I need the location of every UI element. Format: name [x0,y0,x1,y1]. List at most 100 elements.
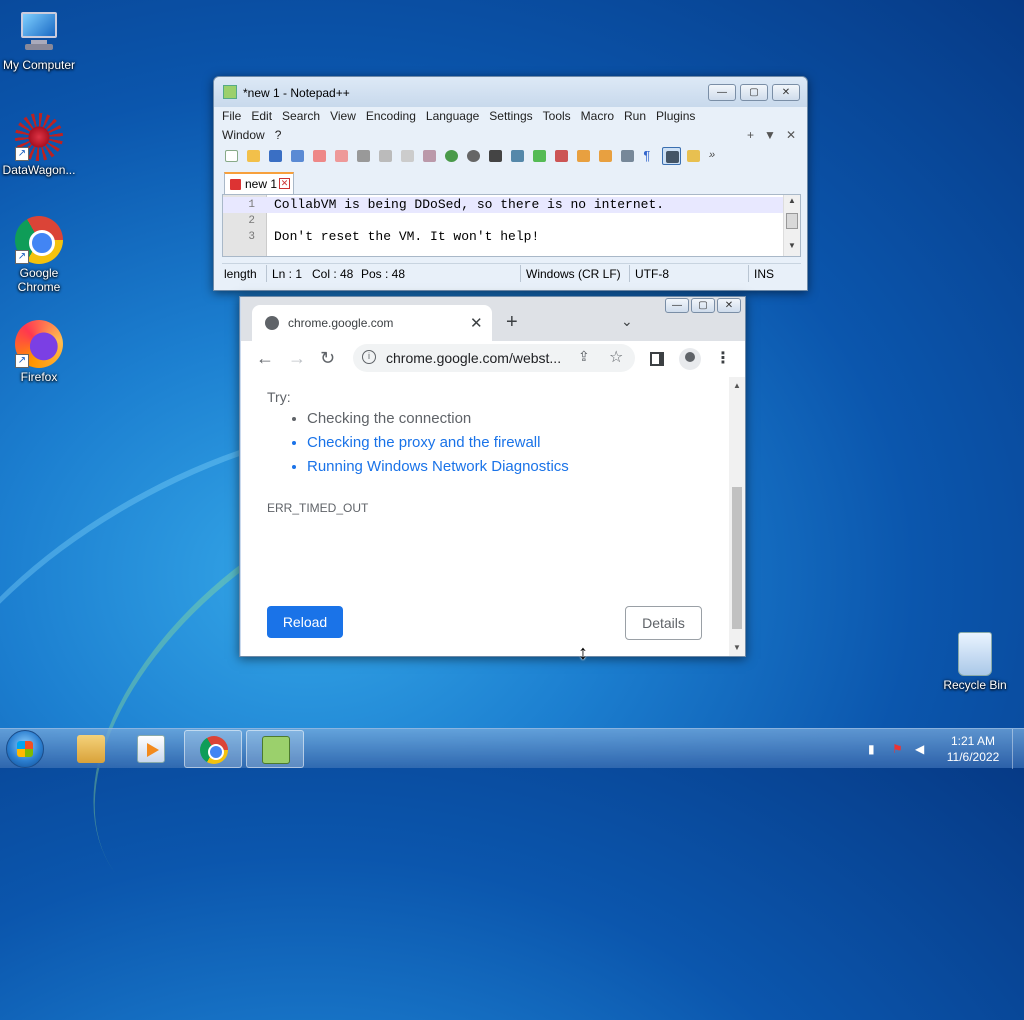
close-icon[interactable] [310,147,329,165]
chrome-window[interactable]: chrome.google.com ✕ + ⌄ — ▢ ✕ ← → ↻ i ch… [239,296,746,657]
scroll-up-icon[interactable]: ▲ [784,196,800,210]
suggestion-check-proxy-link[interactable]: Checking the proxy and the firewall [307,431,569,455]
paste-icon[interactable] [420,147,439,165]
menu-help[interactable]: ? [275,128,282,142]
tab-list-icon[interactable]: ▼ [764,128,776,142]
menu-view[interactable]: View [330,109,356,123]
save-all-icon[interactable] [288,147,307,165]
clock-date: 11/6/2022 [946,750,1000,764]
redo-icon[interactable] [464,147,483,165]
scroll-up-icon[interactable]: ▲ [729,381,745,390]
doc-map-icon[interactable] [684,147,703,165]
toolbar-overflow-icon[interactable]: » [706,147,725,165]
new-file-icon[interactable] [222,147,241,165]
taskbar-notepadpp[interactable] [246,730,304,768]
zoom-in-icon[interactable] [530,147,549,165]
scroll-thumb[interactable] [732,487,742,629]
back-arrow-icon[interactable]: ← [256,348,274,369]
save-icon[interactable] [266,147,285,165]
tab-search-icon[interactable]: ⌄ [621,313,633,330]
desktop-icon-my-computer[interactable]: My Computer [0,8,79,72]
menu-window[interactable]: Window [222,128,265,142]
scroll-down-icon[interactable]: ▼ [784,241,800,255]
action-center-warning-icon[interactable]: ⚑ [892,742,906,756]
url-text[interactable]: chrome.google.com/webst... [386,350,561,366]
tab-new-1[interactable]: new 1 ✕ [224,172,294,194]
side-panel-icon[interactable] [650,352,664,366]
details-button[interactable]: Details [625,606,702,640]
reload-button[interactable]: Reload [267,606,343,638]
status-insert-mode[interactable]: INS [754,267,774,281]
close-button[interactable]: ✕ [772,84,800,101]
menu-encoding[interactable]: Encoding [366,109,416,123]
forward-arrow-icon[interactable]: → [288,348,306,369]
network-tray-icon[interactable]: ▮ [868,742,882,756]
minimize-button[interactable]: — [665,298,689,313]
sync-h-icon[interactable] [596,147,615,165]
taskbar-media-player[interactable] [122,730,180,768]
print-icon[interactable] [354,147,373,165]
show-all-chars-icon[interactable]: ¶ [640,147,659,165]
editor[interactable]: 1 CollabVM is being DDoSed, so there is … [222,194,801,257]
taskbar-clock[interactable]: 1:21 AM 11/6/2022 [936,733,1010,765]
minimize-button[interactable]: — [708,84,736,101]
tab-close-icon[interactable]: ✕ [279,178,290,189]
show-desktop-button[interactable] [1012,729,1024,769]
menu-edit[interactable]: Edit [251,109,272,123]
menu-language[interactable]: Language [426,109,479,123]
close-all-icon[interactable] [332,147,351,165]
bookmark-star-icon[interactable]: ☆ [609,347,623,367]
tab-close-icon[interactable]: ✕ [470,314,483,332]
tab-chrome-google[interactable]: chrome.google.com ✕ [252,305,492,341]
window-titlebar[interactable]: *new 1 - Notepad++ — ▢ ✕ [214,77,807,107]
suggestion-network-diagnostics-link[interactable]: Running Windows Network Diagnostics [307,455,569,479]
reload-icon[interactable]: ↻ [320,348,335,369]
volume-tray-icon[interactable]: ◀ [915,742,929,756]
menu-file[interactable]: File [222,109,241,123]
scroll-thumb[interactable] [786,213,798,229]
start-button[interactable] [6,730,44,768]
cut-icon[interactable] [376,147,395,165]
undo-icon[interactable] [442,147,461,165]
desktop-icon-firefox[interactable]: ↗ Firefox [0,320,79,384]
menu-settings[interactable]: Settings [489,109,532,123]
indent-guide-icon[interactable] [662,147,681,165]
word-wrap-icon[interactable] [618,147,637,165]
address-bar[interactable]: i chrome.google.com/webst... ⇪ ☆ [353,344,635,372]
taskbar-explorer[interactable] [62,730,120,768]
menu-plugins[interactable]: Plugins [656,109,695,123]
menu-macro[interactable]: Macro [581,109,614,123]
notepadpp-window[interactable]: *new 1 - Notepad++ — ▢ ✕ File Edit Search V… [213,76,808,291]
zoom-out-icon[interactable] [552,147,571,165]
maximize-button[interactable]: ▢ [740,84,768,101]
menu-tools[interactable]: Tools [543,109,571,123]
open-file-icon[interactable] [244,147,263,165]
desktop-icon-recycle-bin[interactable]: Recycle Bin [935,632,1015,692]
sync-v-icon[interactable] [574,147,593,165]
find-icon[interactable] [486,147,505,165]
desktop-icon-google-chrome[interactable]: ↗ Google Chrome [0,216,79,294]
maximize-button[interactable]: ▢ [691,298,715,313]
status-encoding[interactable]: UTF-8 [635,267,669,281]
desktop-icon-datawagon[interactable]: ↗ DataWagon... [0,113,79,177]
menu-run[interactable]: Run [624,109,646,123]
share-icon[interactable]: ⇪ [578,348,590,365]
vertical-scrollbar[interactable]: ▲ ▼ [783,195,800,256]
menu-search[interactable]: Search [282,109,320,123]
more-menu-icon[interactable]: ⋮ [715,348,731,368]
scroll-down-icon[interactable]: ▼ [729,643,745,652]
status-eol[interactable]: Windows (CR LF) [526,267,621,281]
taskbar-chrome[interactable] [184,730,242,768]
close-button[interactable]: ✕ [717,298,741,313]
replace-icon[interactable] [508,147,527,165]
page-content: Try: Checking the connection Checking th… [241,377,745,656]
vertical-scrollbar[interactable]: ▲ ▼ [729,377,745,656]
copy-icon[interactable] [398,147,417,165]
new-tab-button[interactable]: + [506,311,518,334]
profile-avatar-icon[interactable] [679,348,701,370]
site-info-icon[interactable]: i [362,350,376,364]
try-label: Try: [267,389,291,405]
new-tab-plus-icon[interactable]: + [747,128,754,142]
close-doc-icon[interactable]: ✕ [786,128,796,142]
suggestion-check-connection: Checking the connection [307,407,569,431]
